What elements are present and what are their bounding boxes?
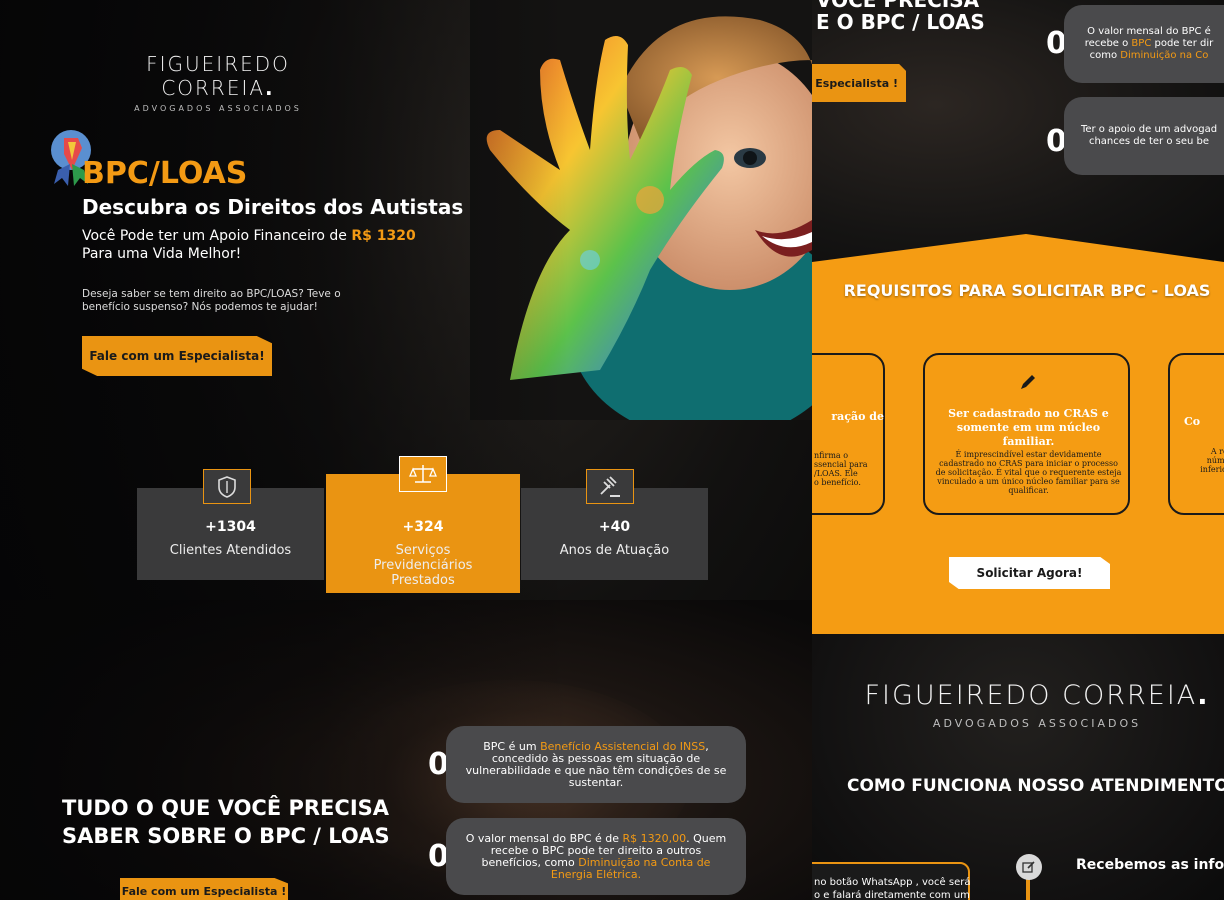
- logo-2-name: FIGUEIREDO CORREIA: [864, 680, 1198, 711]
- edit-icon: [1016, 854, 1042, 880]
- stat-services: +324 Serviços Previdenciários Prestados: [346, 519, 500, 588]
- right-faq-03-line-2: chances de ter o seu be: [1088, 136, 1210, 147]
- hero-line-2: Para uma Vida Melhor!: [82, 246, 242, 262]
- requirement-card-1-title: ração de: [831, 410, 884, 423]
- stat-years-number: +40: [598, 519, 631, 535]
- right-faq-02-line-2a: recebe o: [1084, 38, 1132, 49]
- talk-to-specialist-button[interactable]: Fale com um Especialista!: [82, 336, 272, 376]
- section-title-line-1: TUDO O QUE VOCÊ PRECISA: [62, 796, 390, 820]
- right-faq-bubble-03: Ter o apoio de um advogad chances de ter…: [1064, 97, 1224, 175]
- requirement-card-3-title: Co: [1184, 415, 1201, 428]
- requirements-title: REQUISITOS PARA SOLICITAR BPC - LOAS: [843, 281, 1211, 300]
- section-title-bpc: TUDO O QUE VOCÊ PRECISA SABER SOBRE O BP…: [62, 794, 390, 850]
- stat-years: +40 Anos de Atuação: [521, 519, 708, 558]
- requirement-card-2-title: Ser cadastrado no CRAS e somente em um n…: [948, 407, 1109, 448]
- stat-clients-label: Clientes Atendidos: [169, 543, 292, 558]
- hero-line-prefix: Você Pode ter um Apoio Financeiro de: [82, 228, 352, 244]
- hero-title: BPC/LOAS: [82, 156, 248, 191]
- requirement-card-3-desc: A rend número inferior a: [1200, 447, 1224, 474]
- scales-icon: [399, 456, 447, 492]
- hero-amount: R$ 1320: [351, 228, 416, 244]
- right-faq-bubble-02: O valor mensal do BPC é recebe o BPC pod…: [1064, 5, 1224, 83]
- requirement-card-2-desc: É imprescindível estar devidamente cadas…: [935, 450, 1122, 495]
- right-faq-02-line-3: como: [1089, 50, 1121, 61]
- timeline-line: [1026, 878, 1030, 900]
- faq-bubble-02: O valor mensal do BPC é de R$ 1320,00. Q…: [446, 818, 746, 895]
- logo-2-subtitle: ADVOGADOS ASSOCIADOS: [932, 717, 1142, 730]
- stat-services-number: +324: [402, 519, 444, 535]
- step-title: Recebemos as info: [1076, 857, 1224, 873]
- requirement-card-2: Ser cadastrado no CRAS e somente em um n…: [923, 353, 1130, 515]
- requirement-card-1-desc: nfirma o ssencial para /LOAS. Ele o bene…: [814, 451, 868, 487]
- right-faq-02-highlight: BPC: [1131, 38, 1152, 49]
- right-specialist-button[interactable]: m Especialista !: [812, 64, 906, 102]
- talk-to-specialist-button-2[interactable]: Fale com um Especialista !: [120, 878, 288, 900]
- requirement-card-1: ração de nfirma o ssencial para /LOAS. E…: [812, 353, 885, 515]
- stat-clients-number: +1304: [205, 519, 256, 535]
- hero-subtitle: Descubra os Direitos dos Autistas: [82, 195, 464, 219]
- step-card-whatsapp: no botão WhatsApp , você será o e falará…: [812, 862, 970, 900]
- right-faq-03-line-1: Ter o apoio de um advogad: [1080, 124, 1218, 135]
- company-logo: FIGUEIREDO CORREIA. ADVOGADOS ASSOCIADOS: [98, 52, 338, 113]
- gavel-icon: [586, 469, 634, 504]
- logo-subtitle: ADVOGADOS ASSOCIADOS: [134, 104, 302, 113]
- logo-2-dot: .: [1197, 680, 1210, 711]
- hero-description: Deseja saber se tem direito ao BPC/LOAS?…: [82, 288, 341, 313]
- how-it-works-title: COMO FUNCIONA NOSSO ATENDIMENTO?: [847, 776, 1224, 796]
- company-logo-2: FIGUEIREDO CORREIA. ADVOGADOS ASSOCIADOS: [852, 680, 1222, 730]
- faq-bubble-01: BPC é um Benefício Assistencial do INSS,…: [446, 726, 746, 803]
- requirement-card-3: Co A rend número inferior a: [1168, 353, 1224, 515]
- shield-icon: [203, 469, 251, 504]
- request-now-button[interactable]: Solicitar Agora!: [949, 557, 1110, 589]
- stat-services-label: Serviços Previdenciários Prestados: [373, 543, 473, 588]
- landing-left-panel: FIGUEIREDO CORREIA. ADVOGADOS ASSOCIADOS…: [0, 0, 812, 900]
- hero-financial-line: Você Pode ter um Apoio Financeiro de R$ …: [82, 228, 416, 244]
- right-faq-02-highlight-2: Diminuição na Co: [1120, 50, 1209, 61]
- step-desc: no botão WhatsApp , você será o e falará…: [814, 876, 970, 900]
- right-title-partial: E O BPC / LOAS: [816, 10, 985, 34]
- stat-years-label: Anos de Atuação: [559, 543, 670, 558]
- step-desc-line-2: o e falará diretamente com um: [814, 890, 970, 900]
- landing-right-panel: VOCÊ PRECISA E O BPC / LOAS m Especialis…: [812, 0, 1224, 900]
- right-faq-02-line-2b: pode ter dir: [1151, 38, 1214, 49]
- pen-icon: [1021, 375, 1035, 389]
- step-desc-line-1: no botão WhatsApp , você será: [814, 877, 971, 888]
- logo-dot: .: [265, 76, 275, 100]
- section-title-line-2: SABER SOBRE O BPC / LOAS: [62, 824, 390, 848]
- right-faq-02-line-1: O valor mensal do BPC é: [1087, 26, 1211, 37]
- stat-clients: +1304 Clientes Atendidos: [137, 519, 324, 558]
